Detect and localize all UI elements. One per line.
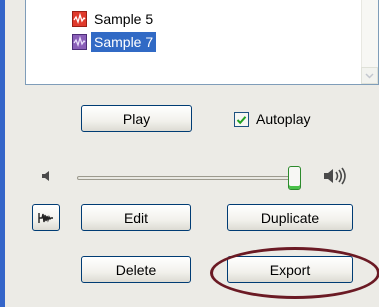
play-button[interactable]: Play [81, 105, 192, 132]
list-item[interactable]: Sample 5 [72, 8, 156, 29]
sound-list[interactable]: Sample 5 Sample 7 [25, 0, 379, 85]
autoplay-checkbox[interactable] [234, 112, 249, 127]
autoplay-label: Autoplay [256, 111, 311, 127]
speaker-low-icon [42, 171, 49, 181]
sound-panel: Sample 5 Sample 7 Play Autoplay Edit Dup… [0, 0, 379, 307]
chevron-down-icon [365, 72, 374, 79]
duplicate-button[interactable]: Duplicate [227, 204, 353, 231]
vertical-scrollbar[interactable] [361, 0, 378, 84]
checkmark-icon [236, 115, 247, 124]
delete-button[interactable]: Delete [81, 256, 191, 283]
scroll-down-button[interactable] [361, 67, 378, 84]
waveform-tool-button[interactable] [32, 204, 60, 231]
volume-slider-thumb[interactable] [288, 166, 301, 190]
list-item[interactable]: Sample 7 [72, 31, 157, 52]
list-item-label: Sample 7 [91, 31, 157, 52]
volume-slider-track[interactable] [77, 176, 301, 180]
waveform-icon [38, 212, 53, 223]
red-audio-file-icon [72, 10, 87, 27]
speaker-high-icon [324, 167, 346, 185]
export-button[interactable]: Export [227, 256, 353, 283]
purple-audio-file-icon [72, 33, 87, 50]
list-item-label: Sample 5 [94, 10, 154, 27]
edit-button[interactable]: Edit [81, 204, 191, 231]
